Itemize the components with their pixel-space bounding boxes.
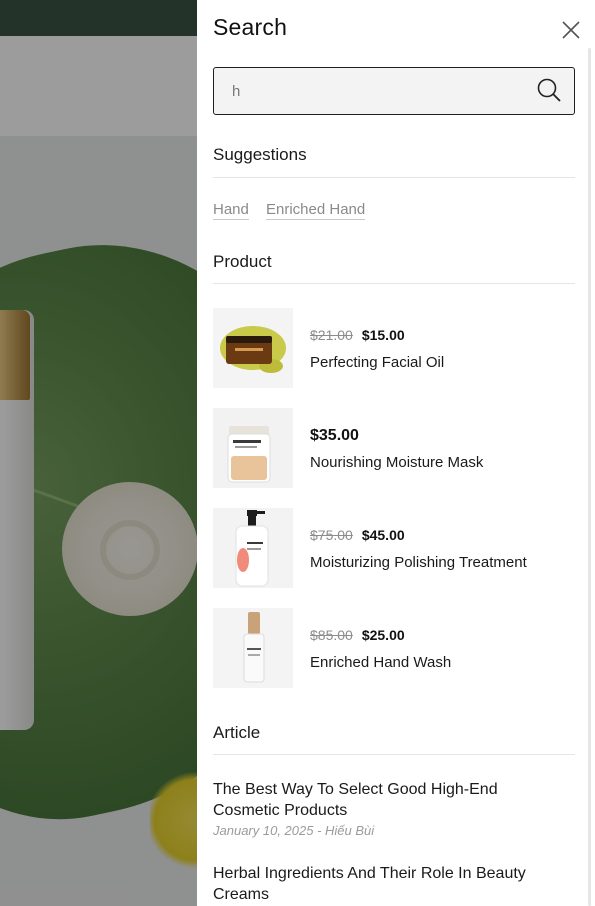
drawer-scrollbar[interactable]: [588, 48, 591, 906]
article-meta: January 10, 2025 - Hiếu Bùi: [213, 823, 375, 838]
article-title: The Best Way To Select Good High-End Cos…: [213, 781, 498, 819]
sale-price: $25.00: [361, 627, 405, 643]
sale-price: $45.00: [361, 527, 405, 543]
drawer-title: Search: [213, 14, 288, 40]
price-row: $21.00 $15.00: [310, 327, 405, 343]
product-image: [213, 308, 293, 388]
search-field: [213, 67, 575, 115]
price-row: $35.00: [310, 427, 359, 445]
article-title: Herbal Ingredients And Their Role In Bea…: [213, 865, 526, 903]
product-name: Perfecting Facial Oil: [310, 354, 445, 371]
product-name: Enriched Hand Wash: [310, 654, 452, 671]
articles-heading: Article: [213, 723, 261, 742]
article-item[interactable]: The Best Way To Select Good High-End Cos…: [213, 779, 575, 838]
close-icon: [562, 20, 580, 44]
search-drawer: Search Suggestions Hand Enriched Hand Pr…: [197, 0, 595, 906]
product-item[interactable]: $35.00 Nourishing Moisture Mask: [213, 408, 575, 488]
product-image: [213, 408, 293, 488]
suggestions-divider: [213, 177, 575, 178]
compare-at-price: $75.00: [310, 527, 353, 543]
product-image: [213, 608, 293, 688]
search-icon: [536, 77, 562, 108]
sale-price: $15.00: [361, 327, 405, 343]
article-item[interactable]: Herbal Ingredients And Their Role In Bea…: [213, 863, 575, 905]
product-item[interactable]: $85.00 $25.00 Enriched Hand Wash: [213, 608, 575, 688]
product-item[interactable]: $75.00 $45.00 Moisturizing Polishing Tre…: [213, 508, 575, 588]
suggestions-heading: Suggestions: [213, 145, 307, 164]
product-item[interactable]: $21.00 $15.00 Perfecting Facial Oil: [213, 308, 575, 388]
compare-at-price: $85.00: [310, 627, 353, 643]
search-button[interactable]: [534, 77, 564, 107]
suggestion-enriched-hand[interactable]: Enriched Hand: [266, 201, 366, 220]
search-input[interactable]: [232, 80, 522, 102]
price-row: $75.00 $45.00: [310, 527, 405, 543]
price: $35.00: [310, 427, 359, 444]
products-heading: Product: [213, 252, 272, 271]
close-button[interactable]: [559, 20, 583, 44]
products-divider: [213, 283, 575, 284]
compare-at-price: $21.00: [310, 327, 353, 343]
product-name: Nourishing Moisture Mask: [310, 454, 484, 471]
suggestion-hand[interactable]: Hand: [213, 201, 249, 220]
price-row: $85.00 $25.00: [310, 627, 405, 643]
product-name: Moisturizing Polishing Treatment: [310, 554, 527, 571]
articles-divider: [213, 754, 575, 755]
product-image: [213, 508, 293, 588]
